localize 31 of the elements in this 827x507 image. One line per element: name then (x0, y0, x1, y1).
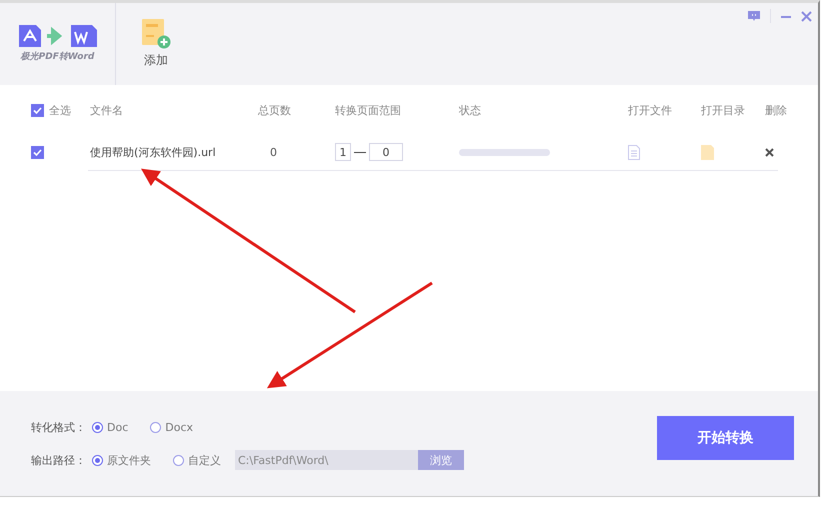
column-header: 总页数 (258, 102, 292, 118)
row-checkbox[interactable] (31, 146, 44, 158)
document-add-icon (141, 19, 171, 49)
setting-label: 输出路径： (31, 452, 86, 468)
column-header: 转换页面范围 (335, 102, 402, 118)
page-count: 0 (269, 146, 278, 158)
app-logo-text: 极光PDF转Word (20, 50, 94, 63)
file-name: 使用帮助(河东软件园).url (90, 144, 217, 160)
select-all-label: 全选 (49, 102, 71, 118)
logo-icon (18, 25, 96, 47)
column-header: 打开文件 (627, 102, 673, 118)
add-button[interactable]: 添加 (116, 3, 171, 85)
column-header: 删除 (764, 102, 788, 118)
radio-option[interactable]: 原文件夹 (92, 452, 151, 468)
column-header: 打开目录 (700, 102, 746, 118)
radio-option[interactable]: Doc (92, 420, 128, 434)
range-from-field[interactable]: 1 (335, 143, 351, 161)
select-all-checkbox[interactable] (31, 104, 44, 116)
start-convert-button[interactable]: 开始转换 (657, 416, 794, 460)
range-to-field[interactable]: 0 (369, 143, 403, 161)
column-header: 文件名 (90, 102, 124, 118)
close-icon[interactable] (801, 10, 812, 22)
browse-button[interactable]: 浏览 (418, 450, 464, 470)
radio-option[interactable]: Docx (150, 420, 194, 434)
column-header: 状态 (459, 102, 482, 118)
output-path-field[interactable]: C:\FastPdf\Word\ (235, 450, 418, 470)
setting-label: 转化格式： (31, 420, 86, 434)
feedback-icon[interactable] (747, 10, 761, 22)
delete-icon[interactable] (765, 148, 774, 156)
document-icon[interactable] (628, 144, 640, 160)
radio-option[interactable]: 自定义 (173, 452, 221, 468)
